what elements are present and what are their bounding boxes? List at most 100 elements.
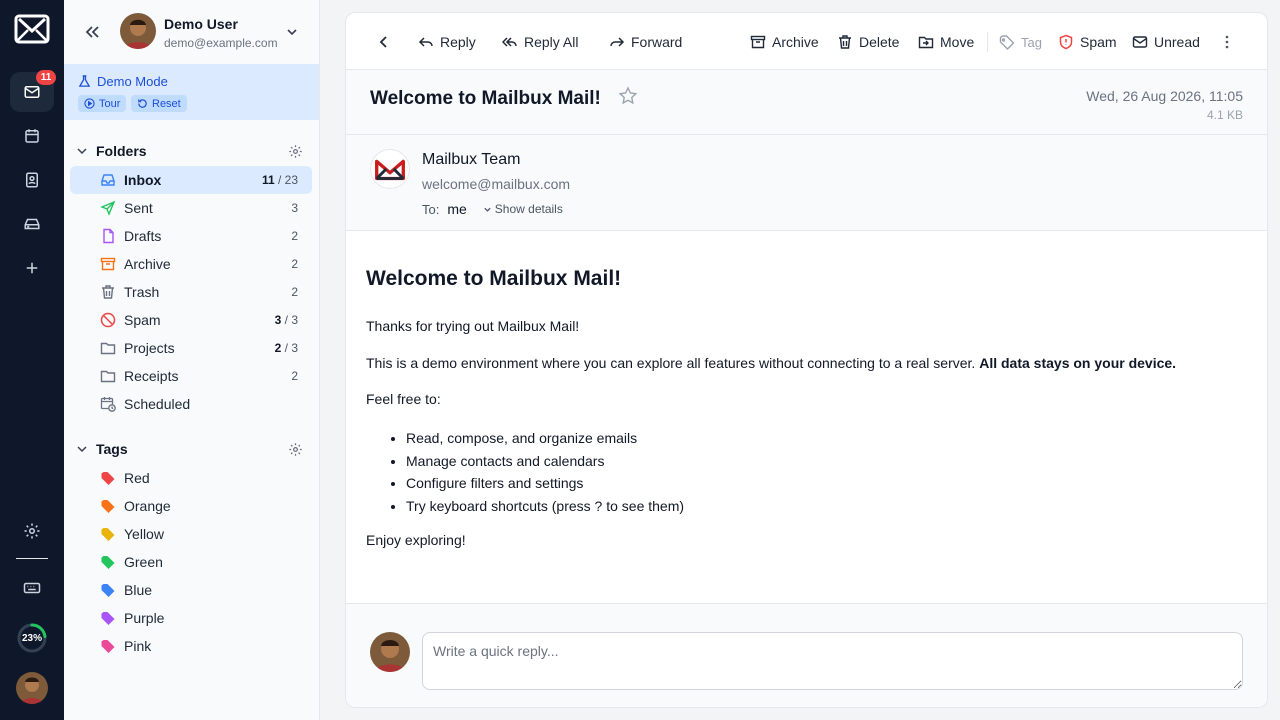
app-rail: 11 23% <box>0 0 64 720</box>
send-icon <box>100 200 116 216</box>
quick-reply-area <box>346 603 1267 707</box>
folder-item-drafts[interactable]: Drafts 2 <box>70 222 312 250</box>
message-subject: Welcome to Mailbux Mail! <box>370 88 601 109</box>
collapse-sidebar-icon[interactable] <box>82 22 102 42</box>
tag-item-red[interactable]: Red <box>70 464 312 492</box>
folder-item-projects[interactable]: Projects 2 / 3 <box>70 334 312 362</box>
list-item: Configure filters and settings <box>406 472 684 495</box>
sender-name: Mailbux Team <box>422 151 521 168</box>
trash-icon <box>102 285 114 299</box>
list-item: Manage contacts and calendars <box>406 450 684 473</box>
chevron-down-icon <box>77 446 87 453</box>
folder-item-scheduled[interactable]: Scheduled <box>70 390 312 418</box>
body-paragraph: Enjoy exploring! <box>366 532 466 548</box>
sender-info: Mailbux Team welcome@mailbux.com To: me … <box>346 135 1267 231</box>
tag-item-blue[interactable]: Blue <box>70 576 312 604</box>
inbox-icon <box>101 174 115 186</box>
message-toolbar: Reply Reply All Forward Archive Delete M… <box>346 13 1267 70</box>
folder-item-sent[interactable]: Sent 3 <box>70 194 312 222</box>
tour-button[interactable]: Tour <box>78 95 127 112</box>
tag-item-yellow[interactable]: Yellow <box>70 520 312 548</box>
rail-mail-button[interactable]: 11 <box>10 70 56 112</box>
tag-item-green[interactable]: Green <box>70 548 312 576</box>
user-avatar[interactable] <box>16 672 48 704</box>
folder-count: 11 / 23 <box>261 173 298 187</box>
folders-section-header[interactable]: Folders <box>76 143 147 159</box>
show-details-link[interactable]: Show details <box>483 202 563 216</box>
tag-icon <box>101 528 115 541</box>
folder-settings-icon[interactable] <box>288 144 303 159</box>
folder-item-receipts[interactable]: Receipts 2 <box>70 362 312 390</box>
rail-calendar-button[interactable] <box>10 116 54 156</box>
hard-drive-icon <box>24 218 40 230</box>
account-avatar[interactable] <box>120 13 156 49</box>
tag-settings-icon[interactable] <box>288 442 303 457</box>
forward-icon <box>610 37 625 47</box>
quick-reply-input[interactable] <box>422 632 1243 690</box>
rail-add-button[interactable] <box>10 248 54 288</box>
back-button[interactable] <box>376 31 392 53</box>
body-heading: Welcome to Mailbux Mail! <box>366 267 622 290</box>
folder-count: 3 / 3 <box>274 313 298 327</box>
rail-divider <box>16 558 48 559</box>
folder-item-spam[interactable]: Spam 3 / 3 <box>70 306 312 334</box>
reset-icon <box>138 99 147 108</box>
calendar-icon <box>25 129 39 143</box>
more-options-button[interactable] <box>1219 31 1235 53</box>
folder-count: 2 <box>291 369 298 383</box>
rail-settings-button[interactable] <box>10 511 54 551</box>
more-vertical-icon <box>1225 35 1229 49</box>
demo-mode-banner: Demo Mode Tour Reset <box>64 64 319 120</box>
ban-icon <box>100 312 116 328</box>
forward-button[interactable]: Forward <box>609 31 682 53</box>
rail-storage-button[interactable] <box>10 204 54 244</box>
tag-item-pink[interactable]: Pink <box>70 632 312 660</box>
storage-quota-label: 23% <box>21 632 42 644</box>
folder-move-icon <box>918 36 934 49</box>
list-item: Read, compose, and organize emails <box>406 427 684 450</box>
reset-button[interactable]: Reset <box>131 95 187 112</box>
spam-button[interactable]: Spam <box>1058 31 1117 53</box>
plus-icon <box>26 262 38 274</box>
chevron-left-icon <box>379 36 387 48</box>
recipient-me: me <box>447 201 467 217</box>
body-paragraph: Feel free to: <box>366 391 441 407</box>
folder-icon <box>100 342 116 355</box>
folder-count: 2 <box>291 285 298 299</box>
mark-unread-button[interactable]: Unread <box>1132 31 1200 53</box>
archive-button[interactable]: Archive <box>750 31 819 53</box>
mailbux-logo-icon[interactable] <box>14 12 50 46</box>
star-icon[interactable] <box>618 86 638 106</box>
tag-icon <box>101 584 115 597</box>
move-button[interactable]: Move <box>918 31 974 53</box>
rail-keyboard-button[interactable] <box>10 568 54 608</box>
trash-icon <box>839 35 851 49</box>
chevron-down-icon[interactable] <box>285 25 299 39</box>
calendar-clock-icon <box>100 397 116 412</box>
tag-button[interactable]: Tag <box>999 31 1042 53</box>
tags-section-header[interactable]: Tags <box>76 441 128 457</box>
message-size: 4.1 KB <box>1206 108 1243 122</box>
delete-button[interactable]: Delete <box>837 31 899 53</box>
reply-button[interactable]: Reply <box>418 31 476 53</box>
reply-avatar <box>370 632 410 672</box>
folder-item-inbox[interactable]: Inbox 11 / 23 <box>70 166 312 194</box>
tag-item-purple[interactable]: Purple <box>70 604 312 632</box>
folder-sidebar: Demo User demo@example.com Demo Mode Tou… <box>64 0 320 720</box>
message-date: Wed, 26 Aug 2026, 11:05 <box>1086 88 1243 104</box>
folder-item-trash[interactable]: Trash 2 <box>70 278 312 306</box>
flask-icon <box>78 75 91 87</box>
reply-icon <box>418 37 433 47</box>
tag-icon <box>999 35 1015 50</box>
recipients-row: To: me Show details <box>422 201 563 217</box>
folder-item-archive[interactable]: Archive 2 <box>70 250 312 278</box>
mail-icon <box>24 86 40 98</box>
rail-contacts-button[interactable] <box>10 160 54 200</box>
unread-badge: 11 <box>36 70 56 85</box>
tag-icon <box>101 612 115 625</box>
list-item: Try keyboard shortcuts (press ? to see t… <box>406 495 684 518</box>
chevron-down-icon <box>77 148 87 155</box>
reply-all-button[interactable]: Reply All <box>502 31 578 53</box>
tag-item-orange[interactable]: Orange <box>70 492 312 520</box>
tag-icon <box>101 472 115 485</box>
